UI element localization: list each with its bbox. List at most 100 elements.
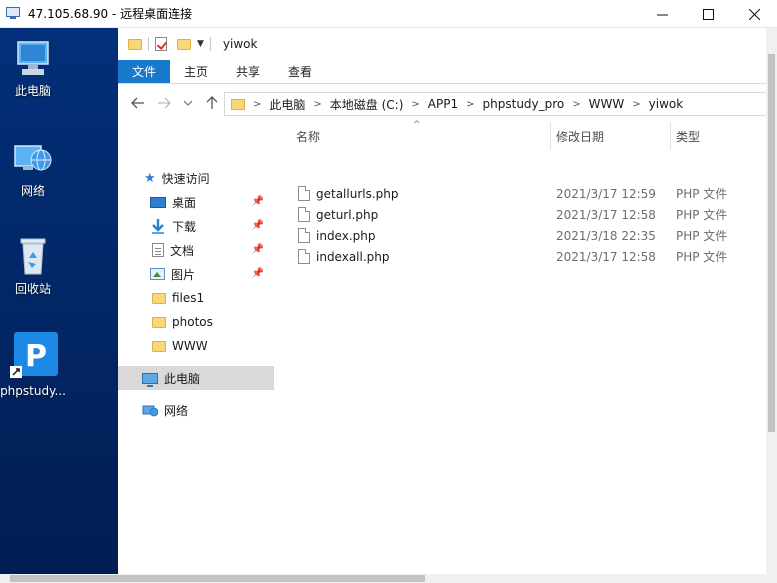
file-icon bbox=[298, 186, 310, 201]
file-icon bbox=[298, 207, 310, 222]
column-divider[interactable] bbox=[550, 122, 551, 150]
column-type[interactable]: 类型 bbox=[676, 122, 766, 150]
remote-desktop: 此电脑 网络 回收站 P phpstudy... bbox=[0, 28, 118, 583]
nav-item-desktop[interactable]: 桌面 📌 bbox=[118, 190, 274, 214]
nav-item-network[interactable]: 网络 bbox=[118, 398, 274, 422]
desktop-label: phpstudy... bbox=[0, 384, 66, 398]
chevron-right-icon[interactable]: > bbox=[411, 99, 419, 110]
desktop-icon-phpstudy[interactable]: P phpstudy... bbox=[0, 332, 66, 398]
nav-quick-access[interactable]: ★ 快速访问 bbox=[118, 166, 274, 190]
chevron-right-icon[interactable]: > bbox=[253, 99, 261, 110]
file-type: PHP 文件 bbox=[676, 208, 728, 222]
desktop-icon bbox=[150, 196, 166, 208]
network-icon bbox=[142, 405, 158, 417]
desktop-label: 网络 bbox=[20, 184, 45, 198]
vertical-scrollbar[interactable] bbox=[766, 28, 777, 574]
column-header: ^ 名称 修改日期 类型 bbox=[288, 120, 777, 150]
nav-item-documents[interactable]: 文档 📌 bbox=[118, 238, 274, 262]
picture-icon bbox=[150, 268, 165, 280]
column-name[interactable]: 名称 bbox=[296, 122, 546, 150]
desktop-label: 回收站 bbox=[14, 282, 51, 296]
folder-icon bbox=[152, 340, 166, 352]
desktop-icon-recycle-bin[interactable]: 回收站 bbox=[0, 236, 66, 297]
desktop-icon-this-pc[interactable]: 此电脑 bbox=[0, 40, 66, 99]
file-name: indexall.php bbox=[316, 249, 390, 264]
new-folder-icon[interactable] bbox=[177, 38, 191, 50]
file-date: 2021/3/17 12:58 bbox=[556, 249, 656, 264]
horizontal-scrollbar[interactable] bbox=[0, 574, 777, 583]
computer-icon bbox=[142, 372, 158, 387]
file-type: PHP 文件 bbox=[676, 250, 728, 264]
tab-file[interactable]: 文件 bbox=[118, 60, 171, 83]
chevron-down-icon[interactable]: ▼ bbox=[197, 39, 204, 49]
desktop-label: 此电脑 bbox=[14, 84, 51, 98]
file-icon bbox=[298, 228, 310, 243]
quick-access-toolbar: ▼ yiwok bbox=[118, 28, 777, 60]
tab-view[interactable]: 查看 bbox=[274, 60, 326, 83]
file-row[interactable]: getallurls.php 2021/3/17 12:59 PHP 文件 bbox=[288, 183, 777, 204]
document-icon bbox=[152, 243, 164, 257]
column-date[interactable]: 修改日期 bbox=[556, 122, 668, 150]
navigation-bar: > 此电脑 > 本地磁盘 (C:) > APP1 > phpstudy_pro … bbox=[118, 84, 777, 122]
arrow-left-icon bbox=[131, 97, 144, 109]
minimize-icon bbox=[656, 14, 668, 15]
file-explorer-window: ▼ yiwok 文件 主页 共享 查看 > 此电脑 > 本地磁盘 (C:) > … bbox=[118, 28, 777, 583]
remote-desktop-titlebar: 47.105.68.90 - 远程桌面连接 bbox=[0, 0, 777, 28]
nav-item-photos[interactable]: photos bbox=[118, 310, 274, 334]
folder-icon bbox=[128, 38, 142, 50]
minimize-button[interactable] bbox=[639, 0, 685, 28]
forward-button[interactable] bbox=[152, 91, 176, 115]
folder-icon bbox=[152, 292, 166, 304]
file-row[interactable]: indexall.php 2021/3/17 12:58 PHP 文件 bbox=[288, 246, 777, 267]
download-icon bbox=[152, 219, 164, 234]
vertical-scroll-thumb[interactable] bbox=[768, 54, 775, 432]
column-divider[interactable] bbox=[670, 122, 671, 150]
breadcrumb-yiwok[interactable]: yiwok bbox=[649, 97, 684, 111]
close-button[interactable] bbox=[731, 0, 777, 28]
chevron-right-icon[interactable]: > bbox=[466, 99, 474, 110]
breadcrumb-phpstudy-pro[interactable]: phpstudy_pro bbox=[483, 97, 565, 111]
pin-icon: 📌 bbox=[251, 244, 264, 255]
breadcrumb-www[interactable]: WWW bbox=[589, 97, 625, 111]
file-date: 2021/3/18 22:35 bbox=[556, 228, 656, 243]
nav-item-pictures[interactable]: 图片 📌 bbox=[118, 262, 274, 286]
chevron-right-icon[interactable]: > bbox=[572, 99, 580, 110]
maximize-icon bbox=[702, 8, 714, 20]
star-icon: ★ bbox=[144, 170, 156, 186]
file-row[interactable]: geturl.php 2021/3/17 12:58 PHP 文件 bbox=[288, 204, 777, 225]
up-button[interactable] bbox=[200, 91, 224, 115]
chevron-right-icon[interactable]: > bbox=[313, 99, 321, 110]
recycle-bin-icon bbox=[20, 238, 46, 275]
file-name: geturl.php bbox=[316, 207, 379, 222]
breadcrumb-local-disk[interactable]: 本地磁盘 (C:) bbox=[330, 96, 404, 113]
chevron-down-icon bbox=[184, 100, 192, 106]
pin-icon: 📌 bbox=[251, 268, 264, 279]
nav-item-files1[interactable]: files1 bbox=[118, 286, 274, 310]
back-button[interactable] bbox=[126, 91, 150, 115]
nav-item-www[interactable]: WWW bbox=[118, 334, 274, 358]
properties-icon[interactable] bbox=[155, 37, 167, 51]
chevron-right-icon[interactable]: > bbox=[632, 99, 640, 110]
file-type: PHP 文件 bbox=[676, 229, 728, 243]
breadcrumb-app1[interactable]: APP1 bbox=[428, 97, 458, 111]
recent-locations-button[interactable] bbox=[176, 91, 200, 115]
file-list: ^ 名称 修改日期 类型 getallurls.php 2021/3/17 12… bbox=[288, 120, 777, 583]
desktop-icon-network[interactable]: 网络 bbox=[0, 138, 66, 199]
divider bbox=[209, 37, 211, 51]
ribbon-tabs: 文件 主页 共享 查看 bbox=[118, 60, 777, 84]
nav-item-downloads[interactable]: 下载 📌 bbox=[118, 214, 274, 238]
maximize-button[interactable] bbox=[685, 0, 731, 28]
pin-icon: 📌 bbox=[251, 220, 264, 231]
file-type: PHP 文件 bbox=[676, 187, 728, 201]
file-row[interactable]: index.php 2021/3/18 22:35 PHP 文件 bbox=[288, 225, 777, 246]
nav-item-this-pc[interactable]: 此电脑 bbox=[118, 366, 274, 390]
file-date: 2021/3/17 12:58 bbox=[556, 207, 656, 222]
horizontal-scroll-thumb[interactable] bbox=[10, 575, 425, 582]
breadcrumb-this-pc[interactable]: 此电脑 bbox=[269, 96, 305, 113]
address-bar[interactable]: > 此电脑 > 本地磁盘 (C:) > APP1 > phpstudy_pro … bbox=[224, 92, 777, 116]
window-controls bbox=[639, 0, 777, 28]
divider bbox=[148, 37, 149, 51]
tab-share[interactable]: 共享 bbox=[222, 60, 274, 83]
folder-icon bbox=[152, 316, 166, 328]
tab-home[interactable]: 主页 bbox=[170, 60, 222, 83]
